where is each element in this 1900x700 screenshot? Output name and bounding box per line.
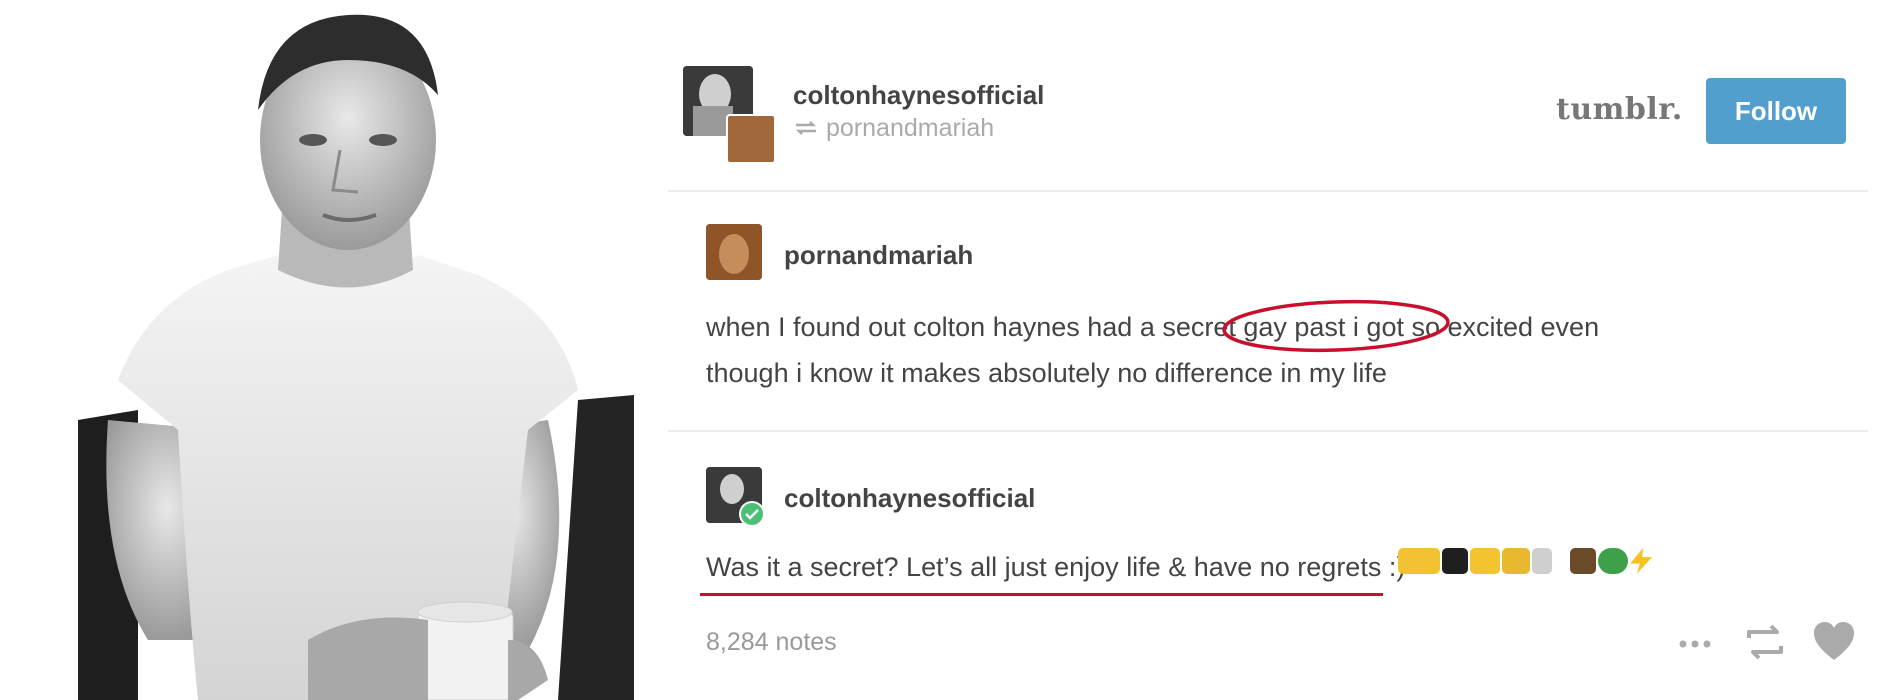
tumblr-logo[interactable]: tumblr. — [1556, 92, 1683, 127]
reblogged-from-avatar[interactable] — [726, 114, 776, 164]
face-emoji — [1502, 548, 1530, 574]
reblog-icon — [793, 117, 819, 139]
reply-text: Was it a secret? Let’s all just enjoy li… — [706, 552, 1406, 582]
top-hat-emoji — [1442, 548, 1468, 574]
small-emoji — [1532, 548, 1552, 574]
header-divider — [668, 190, 1868, 192]
original-post-text-line2: though i know it makes absolutely no dif… — [706, 358, 1387, 388]
clapping-hands-emoji — [1398, 548, 1440, 574]
brown-square-emoji — [1570, 548, 1596, 574]
reply-username[interactable]: coltonhaynesofficial — [784, 483, 1035, 514]
lightning-emoji — [1630, 548, 1652, 574]
reblog-icon[interactable] — [1743, 622, 1787, 662]
original-post-text-line1: when I found out colton haynes had a sec… — [706, 312, 1600, 342]
post-divider — [668, 430, 1868, 432]
portrait-photo — [78, 0, 634, 700]
original-poster-username[interactable]: pornandmariah — [784, 240, 973, 271]
follow-button[interactable]: Follow — [1706, 78, 1846, 144]
frog-emoji — [1598, 548, 1628, 574]
checkmark-badge-icon — [738, 500, 766, 528]
tumblr-post: coltonhaynesofficial pornandmariah tumbl… — [668, 0, 1868, 700]
reblogged-from-username[interactable]: pornandmariah — [826, 114, 994, 143]
blog-username[interactable]: coltonhaynesofficial — [793, 80, 1044, 111]
original-poster-avatar[interactable] — [706, 224, 762, 280]
red-underline-annotation — [700, 593, 1383, 596]
red-circle-annotation — [1218, 296, 1458, 356]
more-icon[interactable] — [1678, 637, 1712, 651]
cat-emoji — [1470, 548, 1500, 574]
notes-count[interactable]: 8,284 notes — [706, 628, 837, 657]
heart-icon[interactable] — [1811, 620, 1857, 664]
